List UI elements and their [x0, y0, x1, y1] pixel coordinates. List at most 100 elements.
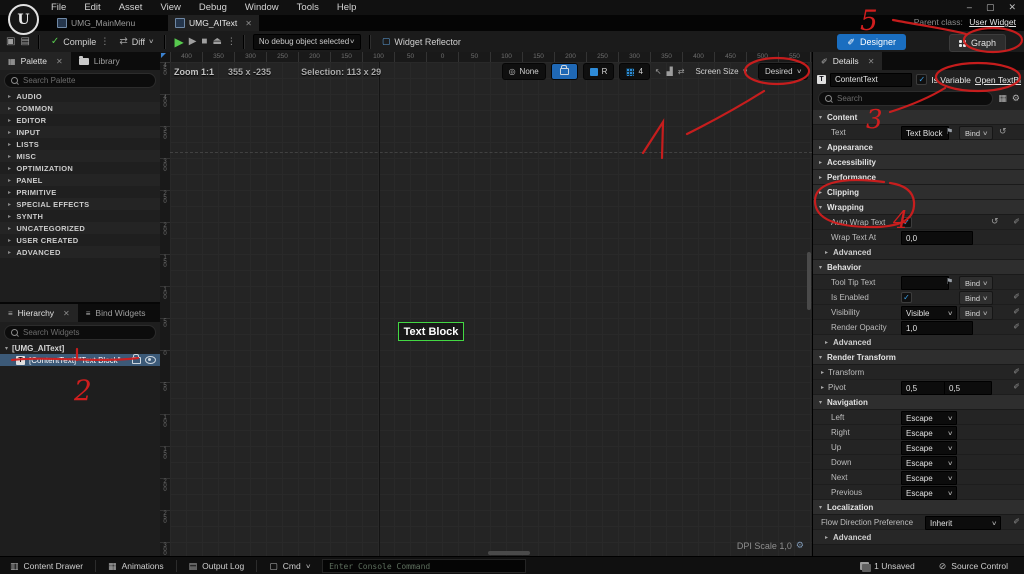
flip-icon[interactable]: ⇄	[678, 67, 685, 76]
text-block-widget[interactable]: Text Block	[398, 322, 464, 341]
palette-category-row[interactable]: ▸ LISTS	[0, 138, 160, 150]
reset-icon[interactable]: ↺	[991, 216, 999, 227]
localization-flag-icon[interactable]: ⚑	[946, 277, 953, 286]
eject-icon[interactable]: ⏏	[212, 36, 221, 47]
palette-category-row[interactable]: ▸ SPECIAL EFFECTS	[0, 198, 160, 210]
render-opacity-field[interactable]: 1,0	[901, 321, 973, 335]
palette-category-row[interactable]: ▸ PRIMITIVE	[0, 186, 160, 198]
edit-condition-icon[interactable]: ✐	[1013, 217, 1020, 226]
palette-category-row[interactable]: ▸ UNCATEGORIZED	[0, 222, 160, 234]
palette-search-input[interactable]: Search Palette	[4, 73, 156, 88]
screen-size-dropdown[interactable]: Screen Size ∨	[689, 64, 753, 79]
hierarchy-selected-row[interactable]: T [ContentText] "Text Block"	[0, 354, 160, 366]
source-control-button[interactable]: ⊘ Source Control	[933, 559, 1014, 573]
row-pivot[interactable]: ▸ Pivot 0,5 0,5 ✐	[813, 380, 1024, 395]
details-search-input[interactable]: Search	[818, 91, 993, 106]
section-appearance[interactable]: ▸ Appearance	[813, 140, 1024, 155]
section-advanced[interactable]: ▸ Advanced	[813, 530, 1024, 545]
close-icon[interactable]: ✕	[63, 309, 70, 318]
browse-icon[interactable]: ▤	[20, 36, 29, 47]
stats-icon[interactable]: ▟	[667, 67, 673, 76]
cmd-dropdown[interactable]: ▢ Cmd ∨	[263, 559, 316, 573]
section-localization[interactable]: ▾ Localization	[813, 500, 1024, 515]
tab-umg-aitext[interactable]: UMG_AIText ✕	[168, 15, 259, 31]
minimize-icon[interactable]: –	[967, 2, 972, 13]
section-performance[interactable]: ▸ Performance	[813, 170, 1024, 185]
menu-file[interactable]: File	[42, 1, 75, 14]
text-value-field[interactable]: Text Block	[901, 126, 949, 140]
tab-umg-mainmenu[interactable]: UMG_MainMenu	[50, 15, 142, 31]
section-behavior-advanced[interactable]: ▸ Advanced	[813, 335, 1024, 350]
palette-category-row[interactable]: ▸ PANEL	[0, 174, 160, 186]
widget-reflector-button[interactable]: ▢ Widget Reflector	[379, 36, 464, 47]
open-textblock-link[interactable]: Open TextBl	[975, 75, 1021, 85]
grid-snap-dropdown[interactable]: 4	[619, 63, 649, 80]
localization-preview-button[interactable]: R	[583, 63, 615, 80]
section-content[interactable]: ▾ Content	[813, 110, 1024, 125]
tab-details[interactable]: ✐ Details ✕	[813, 52, 882, 70]
compile-options-icon[interactable]: ⋮	[100, 36, 108, 47]
edit-condition-icon[interactable]: ✐	[1013, 322, 1020, 331]
row-transform[interactable]: ▸ Transform ✐	[813, 365, 1024, 380]
display-filter-icon[interactable]: ▦	[998, 93, 1007, 104]
palette-category-row[interactable]: ▸ SYNTH	[0, 210, 160, 222]
hierarchy-root-row[interactable]: ▾ [UMG_AIText]	[0, 342, 160, 354]
navigation-rule-dropdown[interactable]: Escape ∨	[901, 411, 957, 425]
graph-mode-button[interactable]: Graph	[949, 34, 1006, 52]
tab-hierarchy[interactable]: ≡ Hierarchy ✕	[0, 304, 78, 322]
play-icon[interactable]: ▶	[174, 35, 183, 49]
compile-button[interactable]: ✓ Compile ⋮	[48, 36, 111, 47]
play-options-icon[interactable]: ⋮	[227, 36, 235, 47]
close-icon[interactable]: ✕	[1008, 2, 1016, 13]
menu-edit[interactable]: Edit	[75, 1, 109, 14]
close-icon[interactable]: ✕	[56, 57, 63, 66]
section-wrapping[interactable]: ▾ Wrapping	[813, 200, 1024, 215]
menu-tools[interactable]: Tools	[288, 1, 328, 14]
palette-category-row[interactable]: ▸ EDITOR	[0, 114, 160, 126]
palette-category-row[interactable]: ▸ OPTIMIZATION	[0, 162, 160, 174]
debug-object-dropdown[interactable]: No debug object selected ∨	[253, 34, 361, 50]
tab-bind-widgets[interactable]: ≡ Bind Widgets	[78, 304, 154, 322]
stop-icon[interactable]: ■	[201, 36, 207, 47]
pivot-y-field[interactable]: 0,5	[944, 381, 992, 395]
edit-condition-icon[interactable]: ✐	[1013, 292, 1020, 301]
palette-category-row[interactable]: ▸ ADVANCED	[0, 246, 160, 258]
visibility-dropdown[interactable]: Visible ∨	[901, 306, 957, 320]
edit-condition-icon[interactable]: ✐	[1013, 382, 1020, 391]
auto-wrap-checkbox[interactable]: ✓	[901, 217, 912, 228]
palette-category-row[interactable]: ▸ INPUT	[0, 126, 160, 138]
navigation-rule-dropdown[interactable]: Escape ∨	[901, 486, 957, 500]
unsaved-button[interactable]: 1 Unsaved	[854, 559, 921, 573]
palette-category-row[interactable]: ▸ USER CREATED	[0, 234, 160, 246]
content-drawer-button[interactable]: ▥ Content Drawer	[4, 559, 89, 573]
bind-button[interactable]: Bind ∨	[959, 126, 993, 140]
edit-condition-icon[interactable]: ✐	[1013, 307, 1020, 316]
navigation-rule-dropdown[interactable]: Escape ∨	[901, 471, 957, 485]
tab-library[interactable]: Library	[71, 52, 128, 70]
console-command-input[interactable]: Enter Console Command	[322, 559, 526, 573]
wrap-text-at-field[interactable]: 0,0	[901, 231, 973, 245]
section-navigation[interactable]: ▾ Navigation	[813, 395, 1024, 410]
section-clipping[interactable]: ▸ Clipping	[813, 185, 1024, 200]
bind-button[interactable]: Bind ∨	[959, 291, 993, 305]
close-icon[interactable]: ✕	[868, 57, 875, 66]
tab-palette[interactable]: ▦ Palette ✕	[0, 52, 71, 70]
maximize-icon[interactable]: ▢	[986, 2, 995, 13]
bind-button[interactable]: Bind ∨	[959, 276, 993, 290]
flow-direction-dropdown[interactable]: Inherit ∨	[925, 516, 1001, 530]
designer-mode-button[interactable]: ✐ Designer	[837, 34, 906, 50]
section-wrapping-advanced[interactable]: ▸ Advanced	[813, 245, 1024, 260]
is-variable-checkbox[interactable]: ✓	[916, 74, 927, 85]
vertical-scrollbar[interactable]	[807, 252, 811, 310]
lock-icon[interactable]	[132, 357, 141, 364]
menu-window[interactable]: Window	[236, 1, 288, 14]
menu-asset[interactable]: Asset	[110, 1, 152, 14]
bind-button[interactable]: Bind ∨	[959, 306, 993, 320]
cursor-tool-icon[interactable]: ↖	[655, 67, 662, 76]
navigation-rule-dropdown[interactable]: Escape ∨	[901, 441, 957, 455]
edit-condition-icon[interactable]: ✐	[1013, 517, 1020, 526]
edit-condition-icon[interactable]: ✐	[1013, 367, 1020, 376]
dpi-scale-control[interactable]: DPI Scale 1,0 ⚙	[737, 540, 804, 551]
section-render-transform[interactable]: ▾ Render Transform	[813, 350, 1024, 365]
visibility-eye-icon[interactable]	[145, 356, 156, 364]
